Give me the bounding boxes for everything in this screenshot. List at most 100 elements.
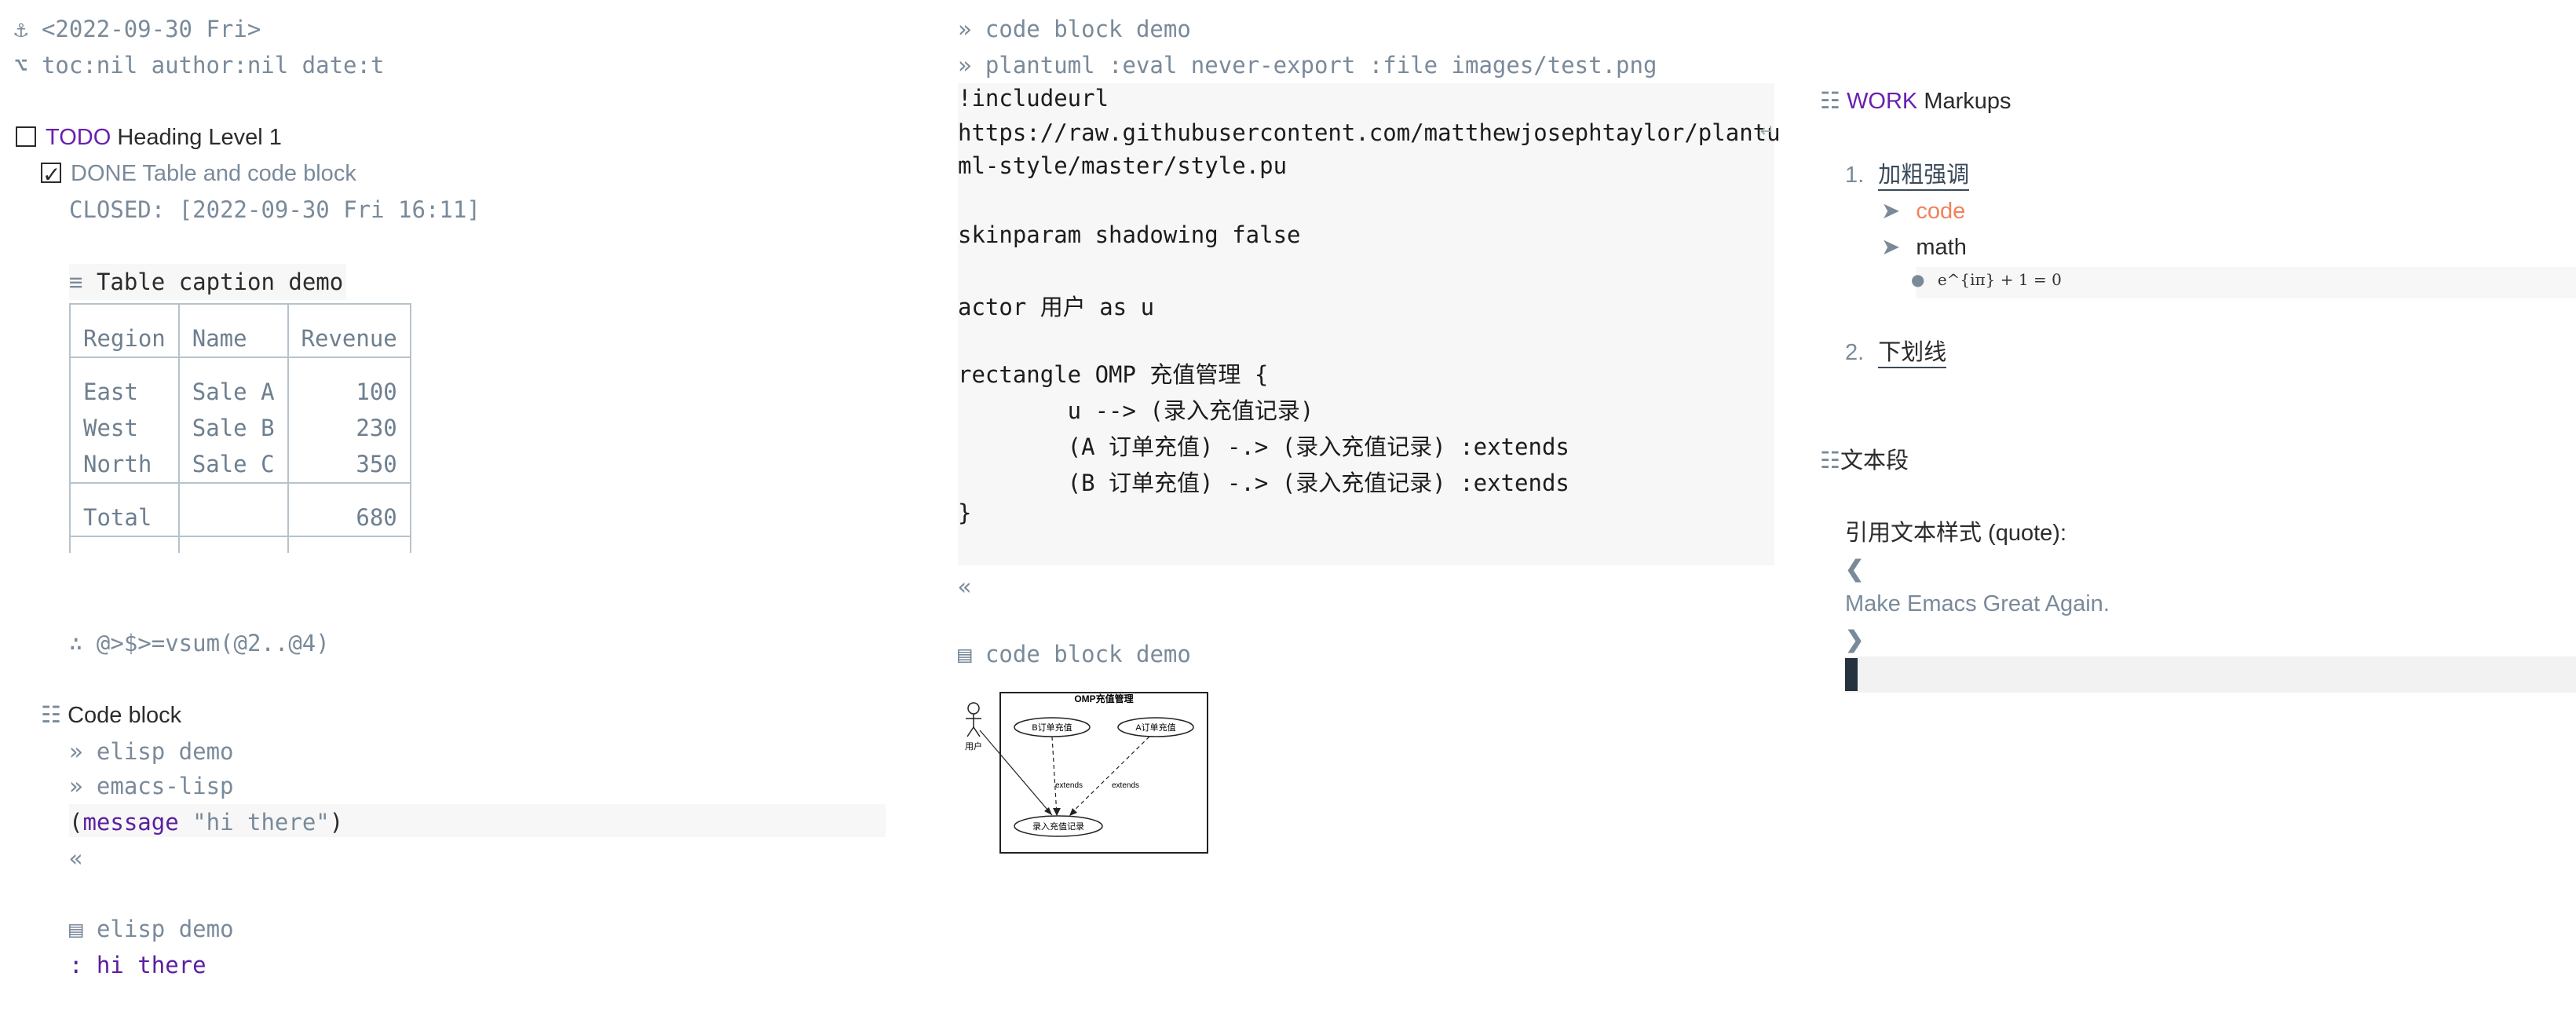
src-name: » code block demo bbox=[958, 16, 1191, 42]
usecase-a-label: A订单充值 bbox=[1135, 722, 1175, 733]
src-end: « bbox=[958, 573, 972, 600]
anchor-icon: ⚓ bbox=[14, 16, 28, 42]
table-cell: 230 bbox=[287, 410, 411, 446]
math-formula: e^{iπ} + 1 = 0 bbox=[1937, 270, 2062, 289]
caption-text: Table caption demo bbox=[96, 269, 344, 295]
option-key-icon: ⌥ bbox=[14, 52, 28, 79]
table-total-row: Total 680 bbox=[69, 499, 411, 536]
code-line: (B 订单充值) -.> (录入充值记录) :extends bbox=[958, 470, 1569, 496]
todo-keyword: TODO bbox=[46, 125, 111, 150]
text-section-heading[interactable]: ☷文本段 bbox=[1820, 443, 1909, 479]
heading-title: Code block bbox=[68, 703, 182, 728]
plantuml-diagram-image: OMP充值管理 用户 B订单充值 A订单充值 录入充值记录 extends ex… bbox=[958, 691, 1209, 856]
table-row: West Sale B 230 bbox=[69, 410, 411, 446]
date-line: ⚓ <2022-09-30 Fri> bbox=[14, 11, 261, 47]
current-line-highlight bbox=[1845, 656, 2576, 693]
src-name: » elisp demo bbox=[69, 738, 234, 765]
list-icon: ≡ bbox=[69, 269, 83, 295]
revenue-table: Region Name Revenue East Sale A 100 West… bbox=[69, 303, 411, 553]
wrap-indicator-icon: ↵ bbox=[1759, 121, 1774, 141]
extends-label: extends bbox=[1112, 781, 1139, 790]
table-header: Revenue bbox=[287, 320, 411, 357]
table-row: East Sale A 100 bbox=[69, 374, 411, 410]
bold-emphasis-text: 加粗强调 bbox=[1878, 163, 1970, 191]
table-header: Region bbox=[69, 320, 180, 357]
heading-title: Table and code block bbox=[142, 161, 356, 186]
code-line: skinparam shadowing false bbox=[958, 221, 1301, 248]
code-line: u --> (录入充值记录) bbox=[958, 397, 1314, 424]
table-cell: 100 bbox=[287, 374, 411, 410]
results-name: code block demo bbox=[985, 641, 1191, 667]
extends-label: extends bbox=[1055, 781, 1083, 790]
src-header: » plantuml :eval never-export :file imag… bbox=[958, 52, 1657, 79]
table-cell: Total bbox=[69, 499, 180, 536]
heading-level-2[interactable]: DONE Table and code block bbox=[41, 155, 356, 193]
table-cell: North bbox=[69, 446, 180, 483]
text-cursor[interactable] bbox=[1845, 658, 1858, 691]
code-line: rectangle OMP 充值管理 { bbox=[958, 361, 1269, 388]
table-formula: ∴ @>$>=vsum(@2..@4) bbox=[69, 630, 330, 656]
code-line: } bbox=[958, 499, 972, 526]
usecase-main-label: 录入充值记录 bbox=[1032, 821, 1084, 832]
list-item: 2. 下划线 bbox=[1845, 335, 1947, 371]
math-label-text: math bbox=[1916, 235, 1967, 260]
quote-label: 引用文本样式 (quote): bbox=[1845, 521, 2066, 546]
heading-level-1[interactable]: TODO Heading Level 1 bbox=[16, 119, 282, 155]
code-line: (A 订单充值) -.> (录入充值记录) :extends bbox=[958, 433, 1569, 460]
src-end: « bbox=[69, 845, 83, 872]
quote-text: Make Emacs Great Again. bbox=[1845, 591, 2110, 616]
results-label: ▤ elisp demo bbox=[69, 911, 234, 947]
table-cell: Sale A bbox=[177, 374, 289, 410]
paren: ( bbox=[69, 809, 83, 836]
code-line: !includeurl bbox=[958, 85, 1109, 112]
results-icon: ▤ bbox=[958, 641, 972, 667]
table-cell: West bbox=[69, 410, 180, 446]
checked-checkbox-icon[interactable] bbox=[41, 157, 61, 193]
src-lang: » emacs-lisp bbox=[69, 773, 234, 799]
actor-label: 用户 bbox=[965, 741, 982, 752]
table-cell: Sale C bbox=[177, 446, 289, 483]
options-line: ⌥ toc:nil author:nil date:t bbox=[14, 47, 384, 83]
list-item: 1. 加粗强调 bbox=[1845, 157, 1970, 193]
code-line: ml-style/master/style.pu bbox=[958, 152, 1288, 179]
plantuml-code-block[interactable]: !includeurl https://raw.githubuserconten… bbox=[958, 83, 1781, 565]
code-block-heading[interactable]: ☷ Code block bbox=[41, 697, 181, 733]
quote-close-icon: ❯ bbox=[1845, 627, 1865, 653]
closed-timestamp: [2022-09-30 Fri 16:11] bbox=[178, 196, 480, 223]
table-cell: 350 bbox=[287, 446, 411, 483]
heading-title: 文本段 bbox=[1840, 448, 1909, 474]
table-cell bbox=[177, 499, 289, 536]
sub-list-item: ➤ math bbox=[1881, 229, 1967, 265]
markups-heading[interactable]: ☷ WORK Markups bbox=[1820, 83, 2011, 119]
table-cell: 680 bbox=[287, 499, 411, 536]
string-literal: "hi there" bbox=[178, 809, 330, 836]
export-options: toc:nil author:nil date:t bbox=[41, 52, 385, 79]
table-header-row: Region Name Revenue bbox=[69, 320, 411, 357]
code-line: https://raw.githubusercontent.com/matthe… bbox=[958, 119, 1781, 146]
document-date: <2022-09-30 Fri> bbox=[41, 16, 261, 42]
results-label: ▤ code block demo bbox=[958, 636, 1191, 672]
sub-list-item: ➤ code bbox=[1881, 193, 1965, 229]
results-name: elisp demo bbox=[96, 916, 234, 942]
work-keyword: WORK bbox=[1847, 89, 1918, 114]
closed-label: CLOSED: bbox=[69, 196, 166, 223]
heading-title: Heading Level 1 bbox=[117, 125, 282, 150]
function-name: message bbox=[82, 809, 179, 836]
table-caption: ≡ Table caption demo bbox=[69, 264, 347, 300]
outline-icon: ☷ bbox=[1820, 448, 1840, 474]
math-list-item: ● e^{iπ} + 1 = 0 bbox=[1911, 270, 2062, 289]
table-cell: East bbox=[69, 374, 180, 410]
closed-line: CLOSED: [2022-09-30 Fri 16:11] bbox=[69, 192, 480, 228]
table-cell: Sale B bbox=[177, 410, 289, 446]
quote-open-icon: ❮ bbox=[1845, 557, 1865, 582]
arrow-bullet-icon: ➤ bbox=[1881, 235, 1901, 260]
table-row: North Sale C 350 bbox=[69, 446, 411, 483]
elisp-code-line[interactable]: (message "hi there") bbox=[69, 804, 886, 837]
diagram-title: OMP充值管理 bbox=[1074, 693, 1133, 704]
inline-code-text: code bbox=[1916, 199, 1966, 224]
code-line: actor 用户 as u bbox=[958, 294, 1155, 320]
result-output: : hi there bbox=[69, 952, 206, 978]
underlined-text: 下划线 bbox=[1878, 340, 1947, 368]
unchecked-checkbox-icon[interactable] bbox=[16, 126, 36, 148]
paren: ) bbox=[329, 809, 344, 836]
